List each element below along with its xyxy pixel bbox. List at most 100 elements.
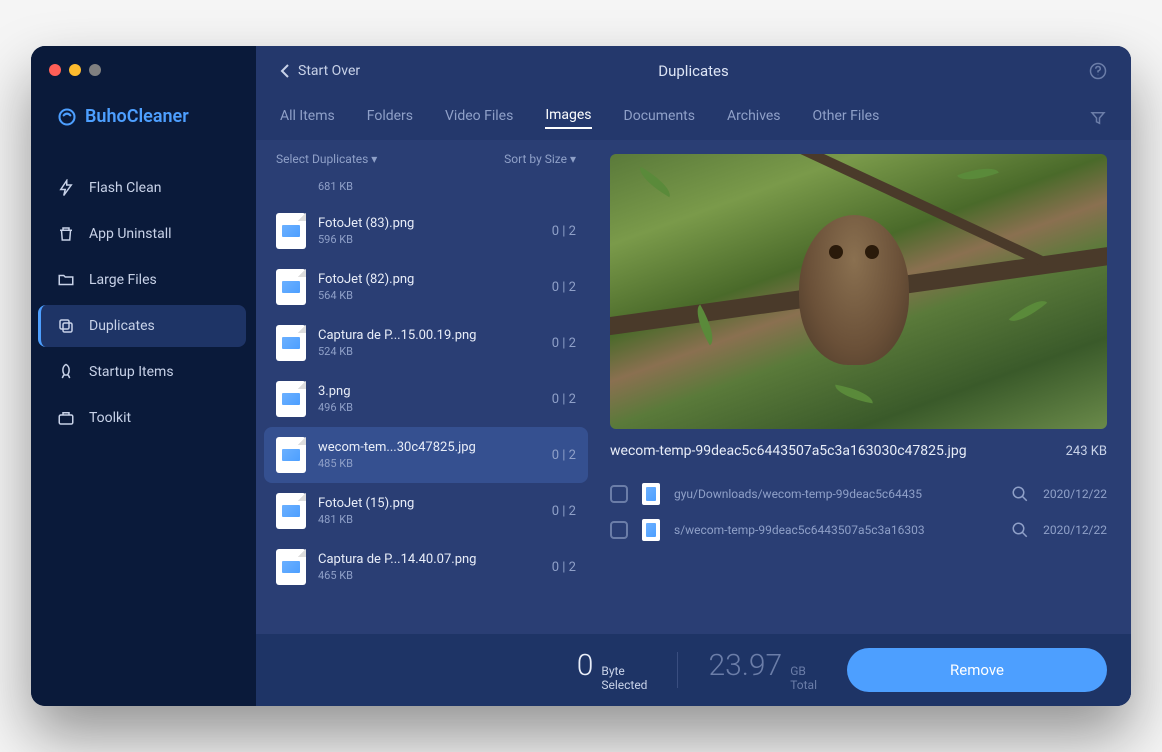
divider [677, 652, 678, 688]
folder-icon [57, 271, 75, 289]
file-name: Captura de P...15.00.19.png [318, 328, 540, 343]
file-name: FotoJet (82).png [318, 272, 540, 287]
file-item[interactable]: FotoJet (83).png 596 KB 0 | 2 [256, 203, 596, 259]
content-area: Select Duplicates ▾ Sort by Size ▾ 681 K… [256, 140, 1131, 634]
back-label: Start Over [298, 63, 360, 79]
list-header: Select Duplicates ▾ Sort by Size ▾ [256, 140, 596, 178]
duplicate-path: s/wecom-temp-99deac5c6443507a5c3a16303 [674, 523, 997, 537]
sort-dropdown[interactable]: Sort by Size ▾ [504, 152, 576, 166]
selected-stat: 0 Byte Selected [577, 648, 648, 693]
trash-icon [57, 225, 75, 243]
sidebar-item-label: Large Files [89, 272, 157, 288]
sidebar-item-label: Flash Clean [89, 180, 161, 196]
buhocleaner-logo-icon [57, 107, 77, 127]
tab-documents[interactable]: Documents [624, 108, 695, 128]
sidebar-item-toolkit[interactable]: Toolkit [41, 397, 246, 439]
tab-other-files[interactable]: Other Files [813, 108, 880, 128]
selected-bytes-value: 0 [577, 648, 594, 683]
file-count: 0 | 2 [552, 448, 576, 463]
tab-archives[interactable]: Archives [727, 108, 781, 128]
preview-image [610, 154, 1107, 429]
file-count: 0 | 2 [552, 224, 576, 239]
app-logo: BuhoCleaner [31, 106, 256, 127]
filter-icon[interactable] [1089, 109, 1107, 127]
file-item[interactable]: wecom-tem...30c47825.jpg 485 KB 0 | 2 [264, 427, 588, 483]
sidebar-item-label: Duplicates [89, 318, 155, 334]
remove-button[interactable]: Remove [847, 648, 1107, 692]
tab-images[interactable]: Images [545, 107, 591, 129]
duplicate-paths-list: gyu/Downloads/wecom-temp-99deac5c64435 2… [610, 483, 1107, 541]
sidebar-item-label: Startup Items [89, 364, 174, 380]
tabs: All Items Folders Video Files Images Doc… [256, 96, 1131, 140]
file-size: 485 KB [318, 457, 540, 470]
toolkit-icon [57, 409, 75, 427]
file-thumbnail-icon [276, 437, 306, 473]
file-item[interactable]: 3.png 496 KB 0 | 2 [256, 371, 596, 427]
tab-all-items[interactable]: All Items [280, 108, 335, 128]
duplicate-date: 2020/12/22 [1043, 487, 1107, 501]
sidebar-item-app-uninstall[interactable]: App Uninstall [41, 213, 246, 255]
header: Start Over Duplicates [256, 46, 1131, 96]
sidebar-item-label: Toolkit [89, 410, 131, 426]
file-size: 596 KB [318, 233, 540, 246]
rocket-icon [57, 363, 75, 381]
duplicate-path: gyu/Downloads/wecom-temp-99deac5c64435 [674, 487, 997, 501]
file-name: FotoJet (15).png [318, 496, 540, 511]
file-item[interactable]: FotoJet (15).png 481 KB 0 | 2 [256, 483, 596, 539]
file-size: 524 KB [318, 345, 540, 358]
duplicate-date: 2020/12/22 [1043, 523, 1107, 537]
sidebar-item-label: App Uninstall [89, 226, 172, 242]
sidebar-nav: Flash Clean App Uninstall Large Files Du… [31, 167, 256, 439]
file-item[interactable]: Captura de P...14.40.07.png 465 KB 0 | 2 [256, 539, 596, 595]
file-item[interactable]: FotoJet (82).png 564 KB 0 | 2 [256, 259, 596, 315]
file-thumbnail-icon [276, 325, 306, 361]
tab-folders[interactable]: Folders [367, 108, 413, 128]
file-thumbnail-icon [276, 381, 306, 417]
fullscreen-window-button[interactable] [89, 64, 101, 76]
reveal-in-finder-icon[interactable] [1011, 485, 1029, 503]
back-button[interactable]: Start Over [280, 63, 360, 79]
file-count: 0 | 2 [552, 280, 576, 295]
file-count: 0 | 2 [552, 336, 576, 351]
file-name: 3.png [318, 384, 540, 399]
file-item[interactable]: 681 KB [256, 178, 596, 203]
window-controls [31, 64, 256, 76]
reveal-in-finder-icon[interactable] [1011, 521, 1029, 539]
file-list[interactable]: 681 KB FotoJet (83).png 596 KB 0 | 2 [256, 178, 596, 634]
duplicate-checkbox[interactable] [610, 521, 628, 539]
duplicate-path-row: gyu/Downloads/wecom-temp-99deac5c64435 2… [610, 483, 1107, 505]
sidebar-item-flash-clean[interactable]: Flash Clean [41, 167, 246, 209]
file-thumbnail-icon [276, 213, 306, 249]
sidebar: BuhoCleaner Flash Clean App Uninstall La… [31, 46, 256, 706]
file-size: 481 KB [318, 513, 540, 526]
sidebar-item-large-files[interactable]: Large Files [41, 259, 246, 301]
app-window: BuhoCleaner Flash Clean App Uninstall La… [31, 46, 1131, 706]
file-thumbnail-icon [276, 549, 306, 585]
duplicate-path-row: s/wecom-temp-99deac5c6443507a5c3a16303 2… [610, 519, 1107, 541]
file-name: wecom-tem...30c47825.jpg [318, 440, 540, 455]
tab-video-files[interactable]: Video Files [445, 108, 513, 128]
duplicates-icon [57, 317, 75, 335]
file-name: FotoJet (83).png [318, 216, 540, 231]
select-duplicates-dropdown[interactable]: Select Duplicates ▾ [276, 152, 377, 166]
sidebar-item-duplicates[interactable]: Duplicates [38, 305, 246, 347]
file-thumbnail-icon [642, 483, 660, 505]
file-name: Captura de P...14.40.07.png [318, 552, 540, 567]
duplicate-checkbox[interactable] [610, 485, 628, 503]
total-stat: 23.97 GB Total [708, 648, 817, 693]
file-thumbnail-icon [276, 269, 306, 305]
file-size: 465 KB [318, 569, 540, 582]
main-panel: Start Over Duplicates All Items Folders … [256, 46, 1131, 706]
lightning-icon [57, 179, 75, 197]
file-item[interactable]: Captura de P...15.00.19.png 524 KB 0 | 2 [256, 315, 596, 371]
preview-filesize: 243 KB [1066, 444, 1107, 459]
close-window-button[interactable] [49, 64, 61, 76]
preview-panel: wecom-temp-99deac5c6443507a5c3a163030c47… [596, 140, 1131, 634]
file-thumbnail-icon [276, 493, 306, 529]
page-title: Duplicates [658, 62, 728, 80]
minimize-window-button[interactable] [69, 64, 81, 76]
sidebar-item-startup-items[interactable]: Startup Items [41, 351, 246, 393]
file-count: 0 | 2 [552, 504, 576, 519]
file-size: 496 KB [318, 401, 540, 414]
help-icon[interactable] [1089, 62, 1107, 80]
